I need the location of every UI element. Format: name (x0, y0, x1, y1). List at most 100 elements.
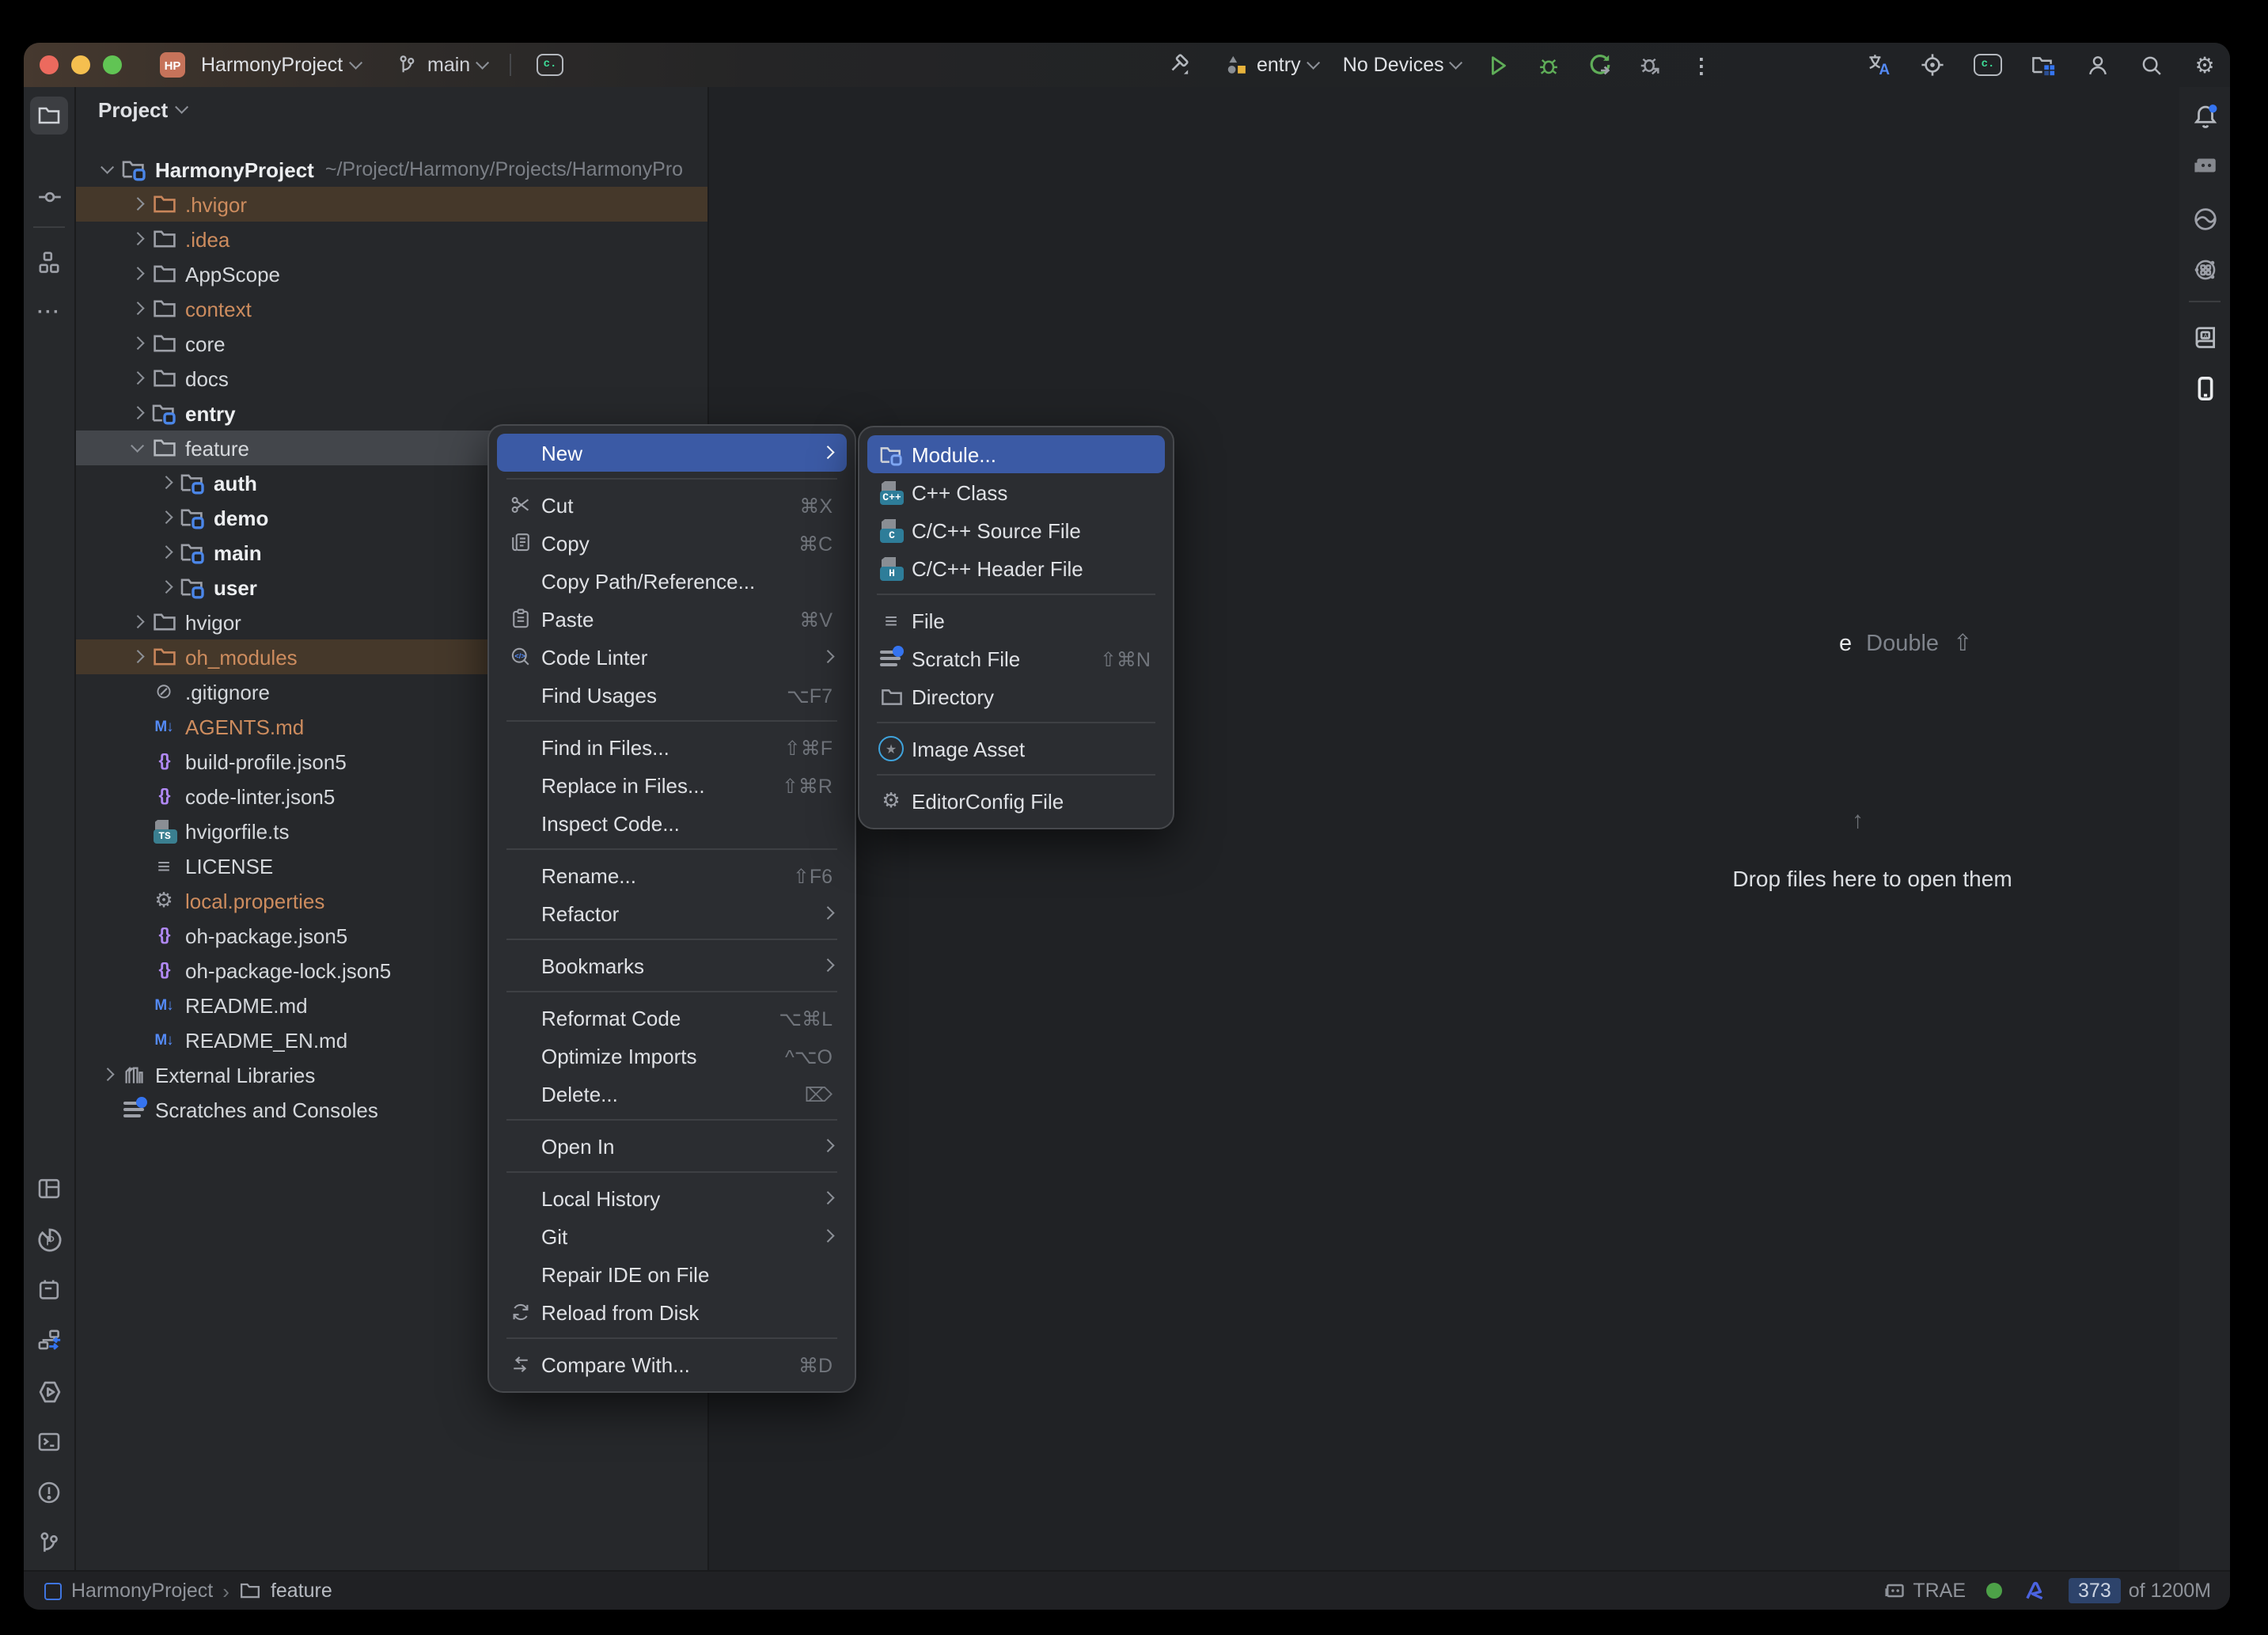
tree-item-appscope[interactable]: AppScope (76, 256, 707, 291)
svg-text:A: A (1879, 62, 1890, 78)
sphere-button[interactable] (2186, 199, 2224, 237)
menu-item-find-in-files[interactable]: Find in Files...⇧⌘F (497, 728, 847, 766)
submenu-item-directory[interactable]: Directory (867, 677, 1165, 715)
close-window-button[interactable] (40, 55, 59, 74)
run-config-label: entry (1257, 54, 1301, 76)
warnings-tool-window-button[interactable] (30, 1474, 68, 1512)
menu-item-git[interactable]: Git (497, 1217, 847, 1255)
more-run-options-button[interactable] (1689, 52, 1714, 78)
translate-icon[interactable]: A (1866, 52, 1891, 78)
chevron-right-icon (131, 651, 144, 663)
layout-tool-window-button[interactable] (30, 1170, 68, 1208)
rerun-button[interactable] (1587, 52, 1613, 78)
submenu-item-c-header-file[interactable]: H C/C++ Header File (867, 549, 1165, 587)
project-panel-header[interactable]: Project (98, 87, 186, 131)
device-selector[interactable]: No Devices (1343, 43, 1461, 87)
tree-item-harmonyproject-root[interactable]: HarmonyProject ~/Project/Harmony/Project… (76, 152, 707, 187)
dictionary-book-button[interactable]: A (2186, 318, 2224, 356)
build-hammer-button[interactable] (1166, 52, 1192, 78)
project-files-icon[interactable] (2031, 52, 2056, 78)
menu-item-code-linter[interactable]: </> Code Linter (497, 638, 847, 676)
menu-item-new[interactable]: New (497, 434, 847, 472)
menu-item-open-in[interactable]: Open In (497, 1127, 847, 1165)
svg-text:P: P (45, 1232, 54, 1247)
svg-text:A: A (2203, 331, 2207, 338)
debug-button[interactable] (1537, 52, 1562, 78)
status-green-dot[interactable] (1986, 1583, 2002, 1599)
project-selector[interactable]: HarmonyProject (201, 43, 359, 87)
git-tool-window-button[interactable] (30, 1524, 68, 1562)
menu-item-inspect-code[interactable]: Inspect Code... (497, 804, 847, 842)
submenu-item-module[interactable]: Module... (867, 435, 1165, 473)
settings-gear-icon[interactable]: ⚙ (2192, 52, 2217, 78)
menu-item-rename[interactable]: Rename...⇧F6 (497, 856, 847, 894)
chevron-right-icon (131, 616, 144, 628)
menu-item-reformat-code[interactable]: Reformat Code⌥⌘L (497, 999, 847, 1037)
notifications-bell-button[interactable] (2186, 97, 2224, 135)
services-tool-window-button[interactable] (30, 1322, 68, 1360)
zoom-window-button[interactable] (103, 55, 122, 74)
memory-indicator[interactable]: 373 of 1200M (2069, 1578, 2211, 1603)
device-manager-button[interactable] (2186, 250, 2224, 288)
tree-item-hvigor-dot[interactable]: .hvigor (76, 187, 707, 222)
terminal-tool-window-button[interactable] (30, 1423, 68, 1461)
menu-separator (506, 1171, 837, 1173)
locate-target-icon[interactable] (1920, 52, 1945, 78)
a-logo-icon[interactable] (2023, 1579, 2048, 1603)
menu-item-copy-path[interactable]: Copy Path/Reference... (497, 562, 847, 600)
menu-item-reload-from-disk[interactable]: Reload from Disk (497, 1293, 847, 1331)
menu-item-replace-in-files[interactable]: Replace in Files...⇧⌘R (497, 766, 847, 804)
search-icon[interactable] (2138, 52, 2164, 78)
project-tool-window-button[interactable] (30, 97, 68, 135)
profile-icon[interactable] (2084, 52, 2110, 78)
properties-gear-icon (150, 888, 177, 913)
tree-item-idea[interactable]: .idea (76, 222, 707, 256)
menu-item-local-history[interactable]: Local History (497, 1179, 847, 1217)
more-tool-windows-button[interactable] (30, 293, 68, 331)
chevron-down-icon (1450, 56, 1462, 69)
tree-item-core[interactable]: core (76, 326, 707, 361)
phone-device-button[interactable] (2186, 369, 2224, 407)
attach-debugger-button[interactable] (1638, 52, 1663, 78)
chevron-down-icon (101, 161, 114, 173)
tree-item-context[interactable]: context (76, 291, 707, 326)
run-hexagon-tool-window-button[interactable] (30, 1372, 68, 1410)
menu-item-compare-with[interactable]: Compare With...⌘D (497, 1345, 847, 1383)
submenu-item-scratch-file[interactable]: Scratch File⇧⌘N (867, 639, 1165, 677)
submenu-item-file[interactable]: File (867, 601, 1165, 639)
tree-item-label: AGENTS.md (185, 715, 304, 738)
menu-item-repair-ide[interactable]: Repair IDE on File (497, 1255, 847, 1293)
menu-item-paste[interactable]: Paste⌘V (497, 600, 847, 638)
folder-icon (150, 644, 177, 670)
menu-item-refactor[interactable]: Refactor (497, 894, 847, 932)
submenu-item-cpp-class[interactable]: C++ C++ Class (867, 473, 1165, 511)
status-breadcrumb[interactable]: HarmonyProject feature (44, 1579, 332, 1603)
menu-separator (506, 991, 837, 992)
menu-item-optimize-imports[interactable]: Optimize Imports^⌥O (497, 1037, 847, 1075)
trae-widget[interactable]: TRAE (1881, 1580, 1966, 1602)
markdown-file-icon (150, 1027, 177, 1053)
run-button[interactable] (1486, 52, 1511, 78)
json-file-icon (150, 783, 177, 809)
submenu-item-c-source-file[interactable]: C C/C++ Source File (867, 511, 1165, 549)
commit-tool-window-button[interactable] (30, 177, 68, 215)
submenu-item-editorconfig[interactable]: EditorConfig File (867, 782, 1165, 820)
structure-tool-window-button[interactable] (30, 244, 68, 282)
menu-item-find-usages[interactable]: Find Usages⌥F7 (497, 676, 847, 714)
menu-item-copy[interactable]: Copy⌘C (497, 524, 847, 562)
menu-item-bookmarks[interactable]: Bookmarks (497, 946, 847, 984)
terminal-icon[interactable]: c. (1974, 54, 2002, 76)
todo-tool-window-button[interactable] (30, 1271, 68, 1309)
run-config-selector[interactable]: entry (1223, 43, 1318, 87)
folder-icon (239, 1580, 261, 1602)
menu-item-delete[interactable]: Delete...⌦ (497, 1075, 847, 1113)
terminal-profile-button[interactable]: c. (537, 43, 563, 87)
markdown-file-icon (150, 992, 177, 1018)
trae-ai-button[interactable] (2186, 146, 2224, 184)
minimize-window-button[interactable] (71, 55, 90, 74)
branch-selector[interactable]: main (394, 43, 487, 87)
tree-item-docs[interactable]: docs (76, 361, 707, 396)
menu-item-cut[interactable]: Cut⌘X (497, 486, 847, 524)
submenu-item-image-asset[interactable]: Image Asset (867, 730, 1165, 768)
problems-p-tool-window-button[interactable]: P (30, 1220, 68, 1258)
